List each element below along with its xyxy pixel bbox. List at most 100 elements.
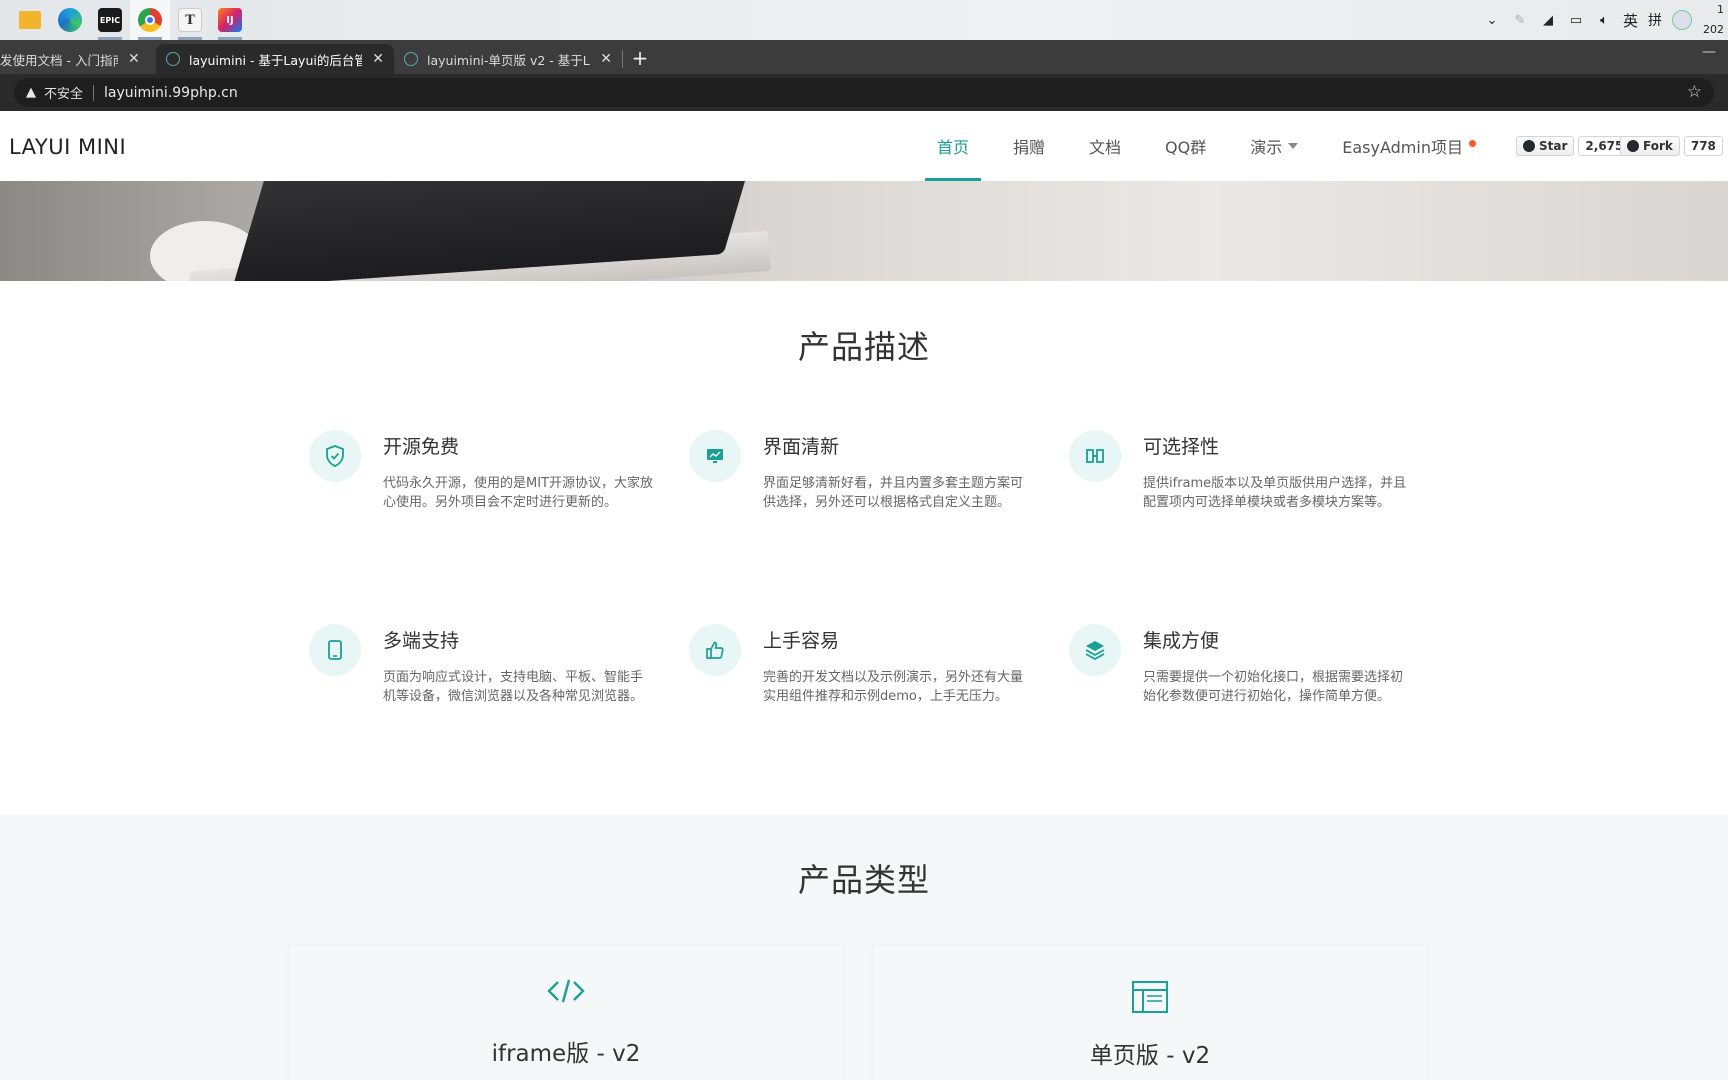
github-fork-widget: Fork 778 — [1620, 136, 1723, 156]
warning-icon[interactable]: ▲ — [26, 85, 36, 100]
feature-description: 完善的开发文档以及示例演示，另外还有大量实用组件推荐和示例demo，上手无压力。 — [763, 670, 1024, 704]
close-icon[interactable]: ✕ — [372, 51, 384, 67]
new-tab-button[interactable]: + — [623, 44, 657, 74]
folder-icon — [19, 11, 41, 29]
main-nav: 首页 捐赠 文档 QQ群 演示 EasyAdmin项目 — [915, 111, 1498, 181]
url-text[interactable]: layuimini.99php.cn — [104, 85, 238, 101]
caret-down-icon — [1288, 143, 1299, 149]
feature-description: 只需要提供一个初始化接口，根据需要选择初始化参数便可进行初始化，操作简单方便。 — [1143, 670, 1404, 704]
feature-title: 可选择性 — [1143, 436, 1220, 458]
feature-multi-device: 多端支持 页面为响应式设计，支持电脑、平板、智能手机等设备，微信浏览器以及各种常… — [309, 624, 669, 744]
edge-icon — [58, 8, 82, 32]
battery-icon[interactable]: ▭ — [1567, 13, 1585, 28]
feature-description: 页面为响应式设计，支持电脑、平板、智能手机等设备，微信浏览器以及各种常见浏览器。 — [383, 670, 644, 704]
feature-description: 界面足够清新好看，并且内置多套主题方案可供选择，另外还可以根据格式自定义主题。 — [763, 476, 1024, 510]
tablet-icon — [309, 624, 361, 676]
wifi-icon[interactable]: ◢ — [1539, 13, 1557, 28]
chrome-taskbar-button[interactable] — [130, 0, 170, 40]
clock-time: 1 — [1717, 3, 1724, 16]
typora-icon: T — [178, 8, 202, 32]
ime-mode-indicator[interactable]: 拼 — [1648, 10, 1662, 30]
browser-window-icon — [873, 980, 1427, 1014]
github-icon — [1523, 140, 1535, 152]
close-icon[interactable]: ✕ — [600, 51, 612, 67]
site-logo[interactable]: LAYUI MINI — [9, 135, 126, 159]
epic-games-icon: EPIC — [98, 8, 122, 32]
browser-tab-layuimini[interactable]: layuimini - 基于Layui的后台管理 ✕ — [156, 44, 394, 74]
feature-description: 提供iframe版本以及单页版供用户选择，并且配置项内可选择单模块或者多模块方案… — [1143, 476, 1407, 510]
layuimini-favicon-icon — [404, 52, 418, 66]
nav-donate[interactable]: 捐赠 — [991, 111, 1067, 181]
github-star-label: Star — [1539, 139, 1568, 153]
browser-tab-docs[interactable]: 发使用文档 - 入门指南 ✕ — [0, 44, 150, 74]
shield-check-icon — [309, 430, 361, 482]
intellij-taskbar-button[interactable]: IJ — [210, 0, 250, 40]
file-explorer-taskbar-button[interactable] — [10, 0, 50, 40]
github-fork-label: Fork — [1643, 139, 1673, 153]
tab-title: layuimini - 基于Layui的后台管理 — [189, 52, 363, 68]
feature-title: 上手容易 — [763, 630, 840, 652]
system-tray: ⌄ ✎ ◢ ▭ 🔈︎ 英 拼 1 202 — [1483, 0, 1728, 40]
windows-taskbar: EPIC T IJ ⌄ ✎ ◢ ▭ 🔈︎ 英 拼 1 202 — [0, 0, 1728, 40]
nav-qq-group[interactable]: QQ群 — [1143, 111, 1228, 181]
clock-date: 202 — [1703, 23, 1724, 36]
layers-icon — [1069, 624, 1121, 676]
tab-title: 发使用文档 - 入门指南 — [0, 52, 118, 68]
close-icon[interactable]: ✕ — [128, 51, 140, 67]
product-description-title: 产品描述 — [797, 328, 930, 366]
nav-home[interactable]: 首页 — [915, 111, 991, 181]
feature-title: 界面清新 — [763, 436, 840, 458]
nav-docs[interactable]: 文档 — [1067, 111, 1143, 181]
pen-icon[interactable]: ✎ — [1511, 13, 1529, 28]
typora-taskbar-button[interactable]: T — [170, 0, 210, 40]
ime-language-indicator[interactable]: 英 — [1623, 10, 1638, 31]
github-fork-button[interactable]: Fork — [1620, 136, 1680, 156]
github-star-button[interactable]: Star — [1516, 136, 1575, 156]
feature-title: 开源免费 — [383, 436, 460, 458]
product-types-title: 产品类型 — [797, 861, 930, 899]
nav-demo[interactable]: 演示 — [1228, 111, 1320, 181]
chevron-down-icon[interactable]: ⌄ — [1483, 13, 1501, 28]
edge-taskbar-button[interactable] — [50, 0, 90, 40]
tab-title: layuimini-单页版 v2 - 基于Layui — [427, 52, 590, 68]
epic-games-taskbar-button[interactable]: EPIC — [90, 0, 130, 40]
site-header: LAYUI MINI 首页 捐赠 文档 QQ群 演示 EasyAdmin项目 S… — [0, 111, 1728, 181]
github-star-widget: Star 2,675 — [1516, 136, 1631, 156]
monitor-icon — [689, 430, 741, 482]
feature-open-source: 开源免费 代码永久开源，使用的是MIT开源协议，大家放心使用。另外项目会不定时进… — [309, 430, 669, 550]
type-card-name: 单页版 - v2 — [1089, 1043, 1211, 1069]
github-icon — [1627, 140, 1639, 152]
feature-fresh-ui: 界面清新 界面足够清新好看，并且内置多套主题方案可供选择，另外还可以根据格式自定… — [689, 430, 1049, 550]
user-avatar-icon[interactable] — [1672, 10, 1692, 30]
github-fork-count[interactable]: 778 — [1683, 136, 1723, 156]
hero-banner-image — [0, 181, 1728, 281]
bookmark-star-icon[interactable]: ☆ — [1687, 82, 1702, 102]
notification-dot — [1468, 139, 1476, 147]
feature-title: 多端支持 — [383, 630, 460, 652]
browser-tab-single-page[interactable]: layuimini-单页版 v2 - 基于Layui ✕ — [394, 44, 622, 74]
browser-tab-strip: 发使用文档 - 入门指南 ✕ layuimini - 基于Layui的后台管理 … — [0, 40, 1728, 74]
address-bar[interactable]: ▲ 不安全 layuimini.99php.cn ☆ — [14, 78, 1714, 107]
feature-easy-integration: 集成方便 只需要提供一个初始化接口，根据需要选择初始化参数便可进行初始化，操作简… — [1069, 624, 1429, 744]
columns-icon — [1069, 430, 1121, 482]
layuimini-favicon-icon — [166, 52, 180, 66]
thumbs-up-icon — [689, 624, 741, 676]
feature-easy-start: 上手容易 完善的开发文档以及示例演示，另外还有大量实用组件推荐和示例demo，上… — [689, 624, 1049, 744]
omnibox-divider — [93, 84, 95, 101]
browser-toolbar: ▲ 不安全 layuimini.99php.cn ☆ — [0, 74, 1728, 111]
speaker-icon[interactable]: 🔈︎ — [1595, 13, 1613, 28]
type-card-single-page[interactable]: 单页版 - v2 — [872, 945, 1428, 1080]
insecure-label[interactable]: 不安全 — [44, 83, 83, 102]
type-card-name: iframe版 - v2 — [491, 1041, 641, 1067]
nav-easyadmin[interactable]: EasyAdmin项目 — [1320, 111, 1498, 181]
feature-title: 集成方便 — [1143, 630, 1220, 652]
window-minimize-icon[interactable]: — — [1702, 44, 1716, 60]
type-card-iframe[interactable]: iframe版 - v2 — [288, 945, 844, 1080]
code-icon — [289, 976, 843, 1006]
chrome-icon — [138, 8, 162, 32]
taskbar-clock[interactable]: 1 202 — [1702, 0, 1724, 40]
feature-description: 代码永久开源，使用的是MIT开源协议，大家放心使用。另外项目会不定时进行更新的。 — [383, 476, 653, 510]
feature-selectable: 可选择性 提供iframe版本以及单页版供用户选择，并且配置项内可选择单模块或者… — [1069, 430, 1429, 550]
nav-easyadmin-label: EasyAdmin项目 — [1342, 138, 1463, 157]
nav-demo-label: 演示 — [1250, 138, 1283, 157]
